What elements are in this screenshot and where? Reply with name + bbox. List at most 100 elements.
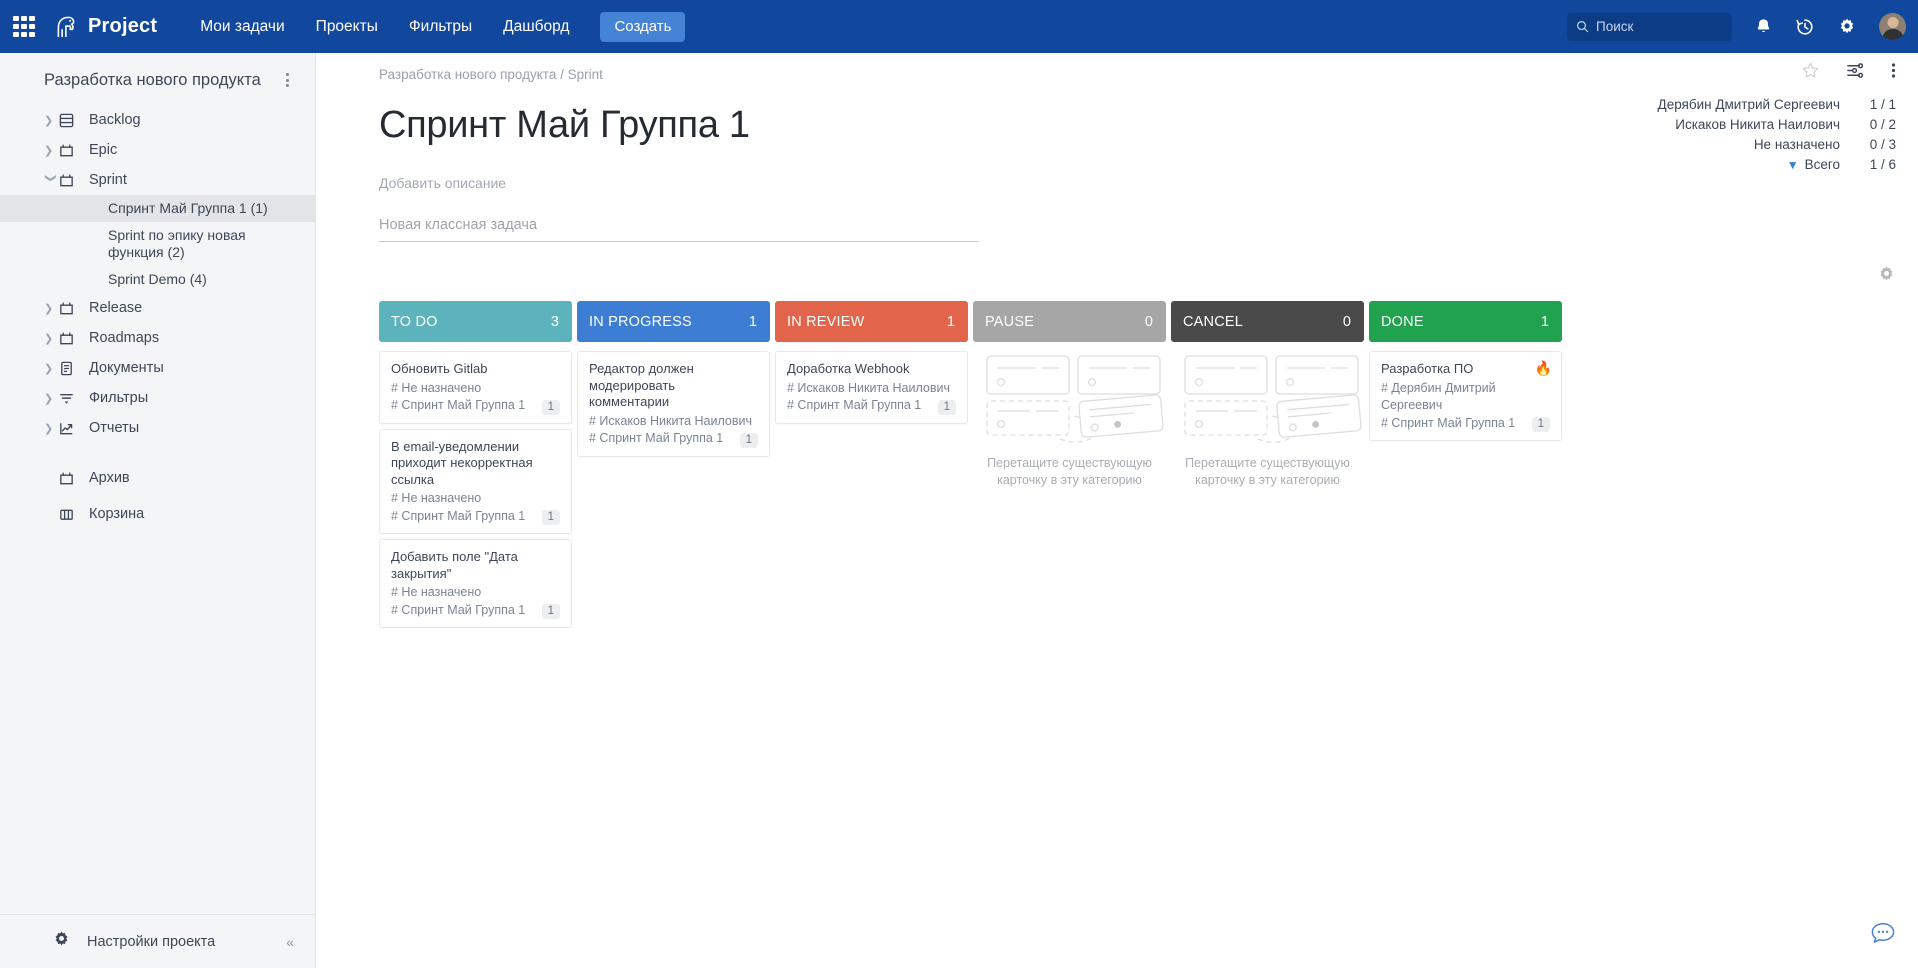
document-icon	[58, 360, 89, 377]
column-header-todo[interactable]: TO DO 3	[379, 301, 572, 342]
gear-icon[interactable]	[1837, 17, 1857, 37]
task-sprint: # Спринт Май Группа 1	[787, 398, 922, 412]
column-header-in-review[interactable]: IN REVIEW 1	[775, 301, 968, 342]
create-button[interactable]: Создать	[600, 11, 686, 42]
task-badge: 1	[937, 399, 956, 415]
grid-apps-icon[interactable]	[13, 15, 35, 38]
search-icon	[1577, 21, 1589, 33]
task-card[interactable]: Редактор должен модерировать комментарии…	[577, 351, 770, 457]
task-sprint: # Спринт Май Группа 1	[391, 602, 526, 617]
column-title: CANCEL	[1183, 313, 1244, 330]
notification-bell-icon[interactable]	[1754, 17, 1773, 36]
task-assignee: # Не назначено	[391, 380, 482, 395]
task-title: Разработка ПО	[1381, 361, 1474, 376]
backlog-icon	[58, 112, 89, 129]
column-empty-state: Перетащите существующую карточку в эту к…	[973, 351, 1166, 489]
sidebar-item-filters[interactable]: ❯ Фильтры	[0, 383, 315, 413]
sidebar-subitem-sprint-epic-new-feature[interactable]: Sprint по эпику новая функция (2)	[0, 222, 315, 266]
sidebar-item-sprint[interactable]: ❯ Sprint	[0, 165, 315, 195]
sidebar-item-label: Roadmaps	[89, 330, 160, 346]
task-sprint: # Спринт Май Группа 1	[1381, 415, 1516, 430]
stats-row: Не назначено 0 / 3	[1606, 135, 1896, 155]
task-card[interactable]: В email-уведомлении приходит некорректна…	[379, 428, 572, 534]
stats-row: Искаков Никита Наилович 0 / 2	[1606, 115, 1896, 135]
project-settings-label[interactable]: Настройки проекта	[87, 934, 215, 950]
kanban-column-cancel: CANCEL 0 Перетащите существующую карточк…	[1171, 301, 1364, 628]
column-header-in-progress[interactable]: IN PROGRESS 1	[577, 301, 770, 342]
column-header-done[interactable]: DONE 1	[1369, 301, 1562, 342]
column-cards: 🔥 Разработка ПО # Дерябин Дмитрий Сергее…	[1369, 351, 1562, 441]
release-icon	[58, 300, 89, 317]
sidebar-item-release[interactable]: ❯ Release	[0, 293, 315, 323]
stats-name: Искаков Никита Наилович	[1675, 117, 1840, 132]
column-count: 3	[550, 313, 559, 330]
task-sprint: # Спринт Май Группа 1	[391, 398, 526, 412]
column-header-cancel[interactable]: CANCEL 0	[1171, 301, 1364, 342]
topbar-right-group: Поиск	[1567, 0, 1906, 53]
sidebar-item-trash[interactable]: Корзина	[0, 499, 315, 529]
kanban-column-in-review: IN REVIEW 1 Доработка Webhook # Искаков …	[775, 301, 968, 628]
stats-value: 1 / 1	[1869, 97, 1896, 112]
chevron-right-icon: ❯	[44, 302, 54, 315]
sprint-icon	[58, 172, 89, 189]
sidebar-item-reports[interactable]: ❯ Отчеты	[0, 413, 315, 443]
column-header-pause[interactable]: PAUSE 0	[973, 301, 1166, 342]
chat-bubble-icon[interactable]	[1868, 919, 1898, 954]
sidebar-item-archive[interactable]: Архив	[0, 463, 315, 493]
sidebar-item-label: Отчеты	[89, 420, 140, 436]
task-assignee: # Искаков Никита Наилович	[787, 380, 950, 395]
search-placeholder: Поиск	[1596, 19, 1634, 34]
nav-filters[interactable]: Фильтры	[409, 18, 472, 36]
stats-total-row[interactable]: ▼ Всего 1 / 6	[1606, 155, 1896, 175]
task-title: Доработка Webhook	[787, 361, 910, 376]
sidebar-subitem-sprint-demo[interactable]: Sprint Demo (4)	[0, 266, 315, 293]
breadcrumb[interactable]: Разработка нового продукта / Sprint	[317, 53, 1918, 82]
chevron-right-icon: ❯	[44, 114, 54, 127]
sidebar-item-documents[interactable]: ❯ Документы	[0, 353, 315, 383]
project-more-icon[interactable]	[282, 69, 293, 91]
column-empty-state: Перетащите существующую карточку в эту к…	[1171, 351, 1364, 489]
sidebar-item-backlog[interactable]: ❯ Backlog	[0, 105, 315, 135]
more-vertical-icon[interactable]	[1891, 61, 1896, 80]
task-card[interactable]: Добавить поле "Дата закрытия" # Не назна…	[379, 539, 572, 628]
sidebar-subitem-sprint-may-group-1[interactable]: Спринт Май Группа 1 (1)	[0, 195, 315, 222]
task-card[interactable]: Доработка Webhook # Искаков Никита Наило…	[775, 351, 968, 424]
kanban-column-in-progress: IN PROGRESS 1 Редактор должен модерирова…	[577, 301, 770, 628]
nav-dashboard[interactable]: Дашборд	[503, 18, 569, 36]
project-settings-gear-icon[interactable]	[52, 930, 71, 954]
column-cards: Редактор должен модерировать комментарии…	[577, 351, 770, 457]
archive-icon	[58, 470, 89, 487]
star-icon[interactable]	[1801, 61, 1820, 80]
history-clock-icon[interactable]	[1795, 17, 1815, 37]
nav-projects[interactable]: Проекты	[316, 18, 378, 36]
stats-value: 0 / 2	[1869, 117, 1896, 132]
roadmap-icon	[58, 330, 89, 347]
sidebar-item-roadmaps[interactable]: ❯ Roadmaps	[0, 323, 315, 353]
nav-my-tasks[interactable]: Мои задачи	[200, 18, 284, 36]
task-badge: 1	[541, 399, 560, 415]
chevron-right-icon: ❯	[44, 362, 54, 375]
task-sprint: # Спринт Май Группа 1	[391, 508, 526, 523]
drag-card-illustration-icon	[1183, 355, 1362, 443]
brand-name: Project	[88, 15, 158, 37]
chevron-right-icon: ❯	[44, 144, 54, 157]
task-card[interactable]: Обновить Gitlab # Не назначено # Спринт …	[379, 351, 572, 424]
task-title: Добавить поле "Дата закрытия"	[391, 549, 518, 581]
funnel-filter-icon[interactable]: ▼	[1787, 155, 1799, 175]
board-settings-gear-icon[interactable]	[1877, 265, 1896, 289]
sidebar-item-epic[interactable]: ❯ Epic	[0, 135, 315, 165]
search-input[interactable]: Поиск	[1567, 12, 1732, 41]
column-count: 0	[1144, 313, 1153, 330]
column-cards: Обновить Gitlab # Не назначено # Спринт …	[379, 351, 572, 628]
brand-logo-link[interactable]: Project	[49, 12, 157, 42]
new-task-input[interactable]: Новая классная задача	[379, 217, 979, 242]
sliders-icon[interactable]	[1846, 61, 1865, 80]
top-navigation-bar: Project Мои задачи Проекты Фильтры Дашбо…	[0, 0, 1918, 53]
filter-icon	[58, 390, 89, 407]
column-count: 1	[748, 313, 757, 330]
stats-name: Дерябин Дмитрий Сергеевич	[1657, 97, 1840, 112]
collapse-sidebar-button[interactable]: «	[286, 934, 294, 950]
avatar[interactable]	[1879, 13, 1906, 40]
sidebar-item-label: Корзина	[89, 506, 145, 522]
task-card[interactable]: 🔥 Разработка ПО # Дерябин Дмитрий Сергее…	[1369, 351, 1562, 441]
